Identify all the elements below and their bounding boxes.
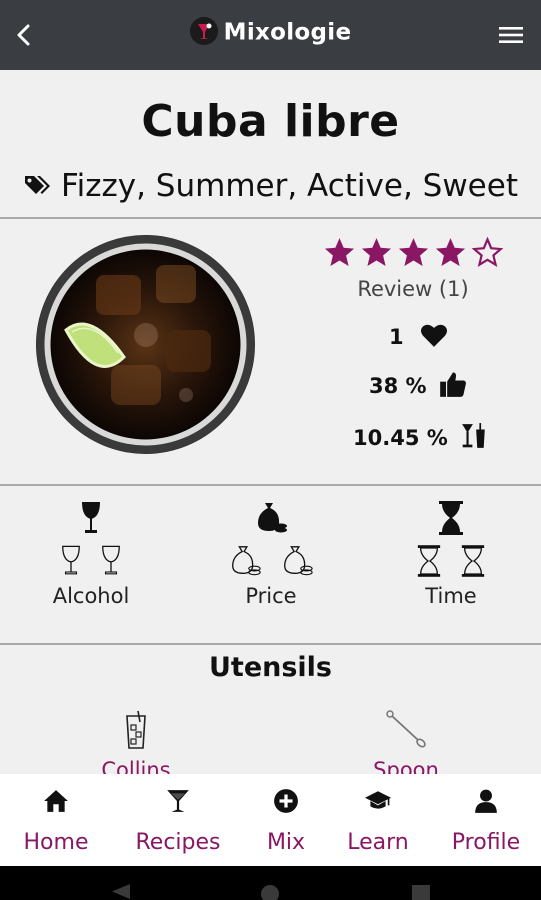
nav-label: Profile [451, 830, 521, 855]
approval-value: 38 % [369, 374, 427, 398]
bar-spoon-icon [386, 710, 426, 748]
nav-profile[interactable]: Profile [436, 774, 536, 866]
nav-learn[interactable]: Learn [328, 774, 428, 866]
home-icon [44, 790, 68, 812]
star-rating[interactable] [318, 236, 508, 269]
tags-icon [25, 175, 51, 194]
spec-label: Time [425, 584, 477, 608]
divider [0, 484, 541, 486]
utensils-title: Utensils [208, 652, 333, 683]
app-logo-icon [189, 17, 218, 45]
spec-label: Alcohol [52, 584, 130, 608]
hourglass-filled-icon [439, 501, 463, 535]
money-bag-outline-icon [232, 546, 261, 576]
app-name: Mixologie [223, 19, 352, 46]
graduation-cap-icon [365, 791, 391, 809]
collins-glass-icon [126, 710, 146, 749]
app-bar: Mixologie [0, 0, 541, 70]
heart-icon[interactable] [419, 322, 449, 348]
star-filled-icon [361, 238, 391, 266]
bottom-navigation: Home Recipes Mix Learn Profile [0, 774, 541, 866]
abv-stat: 10.45 % [353, 423, 489, 453]
spec-time: Time [371, 500, 531, 608]
nav-label: Mix [266, 830, 306, 855]
system-navigation-bar [0, 866, 541, 900]
star-filled-icon [398, 238, 428, 266]
spec-price: Price [191, 500, 351, 608]
spec-alcohol: Alcohol [11, 500, 171, 608]
plus-circle-icon [274, 789, 298, 813]
divider [0, 217, 541, 219]
hourglass-outline-icon [417, 545, 441, 577]
wine-glass-outline-icon [102, 545, 120, 575]
system-back-icon[interactable] [110, 883, 132, 900]
nav-label: Recipes [135, 830, 221, 855]
hamburger-menu-icon[interactable] [499, 26, 523, 44]
cocktail-photo [36, 235, 255, 454]
abv-value: 10.45 % [353, 426, 448, 450]
star-filled-icon [324, 238, 354, 266]
nav-label: Learn [347, 830, 409, 855]
divider [0, 643, 541, 645]
tag-list: Fizzy, Summer, Active, Sweet [0, 168, 541, 204]
review-link[interactable]: Review (1) [318, 277, 508, 301]
spec-label: Price [245, 584, 297, 608]
star-empty-icon [471, 236, 503, 268]
cocktail-name: Cuba libre [141, 96, 400, 147]
specs-section: Alcohol Price Time [0, 500, 541, 630]
money-bag-filled-icon [258, 503, 287, 533]
rating-block: Review (1) [318, 236, 508, 301]
approval-stat: 38 % [369, 370, 468, 401]
utensil-spoon[interactable]: Spoon [326, 710, 486, 782]
money-bag-outline-icon [284, 546, 313, 576]
likes-stat: 1 [389, 322, 449, 351]
nav-mix[interactable]: Mix [236, 774, 336, 866]
system-home-icon[interactable] [259, 883, 281, 900]
tags-text: Fizzy, Summer, Active, Sweet [61, 168, 518, 204]
likes-count: 1 [389, 325, 404, 349]
wine-glass-outline-icon [62, 545, 80, 575]
nav-recipes[interactable]: Recipes [128, 774, 228, 866]
nav-label: Home [23, 830, 89, 855]
wine-glass-filled-icon [82, 502, 100, 533]
utensil-collins[interactable]: Collins [56, 710, 216, 782]
drinks-icon [462, 423, 485, 448]
thumbs-up-icon[interactable] [438, 370, 468, 398]
app-title: Mixologie [0, 17, 541, 47]
user-icon [475, 789, 497, 813]
star-filled-icon [435, 238, 465, 266]
cocktail-icon [167, 790, 189, 812]
hourglass-outline-icon [461, 545, 485, 577]
system-recents-icon[interactable] [410, 883, 432, 900]
nav-home[interactable]: Home [6, 774, 106, 866]
